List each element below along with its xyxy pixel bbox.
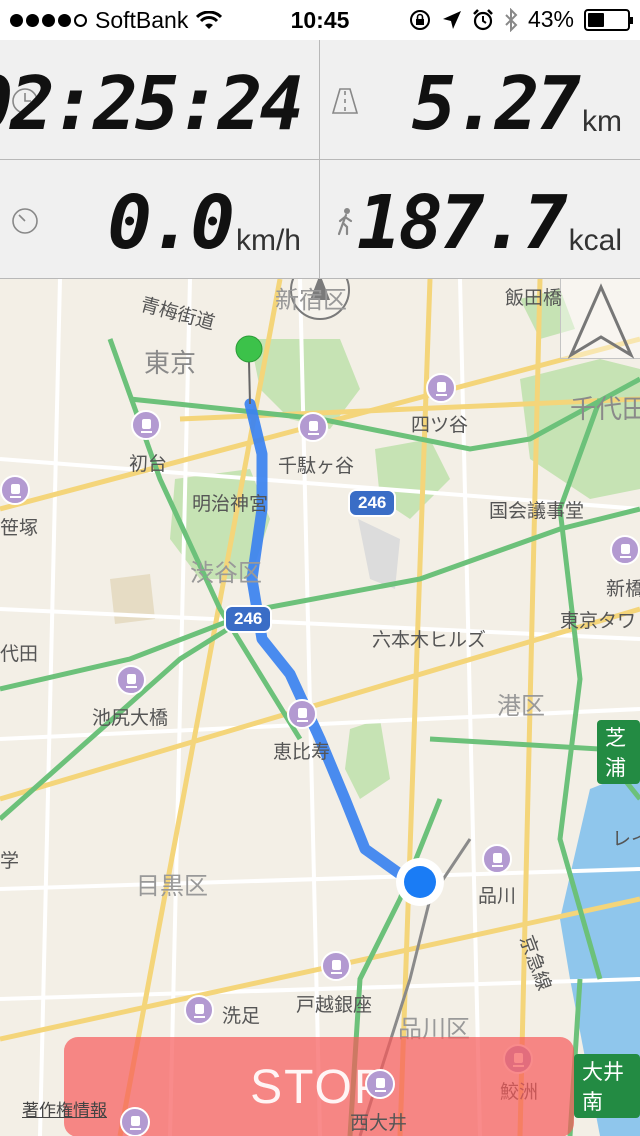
speed-value: 0.0 — [107, 180, 235, 266]
map-label: 東京タワ — [560, 611, 637, 632]
map-label: 洗足 — [222, 1006, 261, 1027]
navigation-arrow-icon — [567, 283, 635, 359]
tracking-mode-button[interactable] — [560, 279, 640, 359]
train-station-icon[interactable] — [321, 951, 351, 981]
status-bar: SoftBank 10:45 43% — [0, 0, 640, 40]
location-arrow-icon — [442, 10, 461, 29]
route-246-badge: 246 — [224, 605, 273, 633]
route-map[interactable]: 新宿区 飯田橋 青梅街道 東京 千代田 四ツ谷 初台 千駄ヶ谷 明治神宮 笹塚 … — [0, 279, 640, 1136]
distance-cell: 5.27 km — [320, 40, 640, 160]
calories-unit: kcal — [568, 224, 622, 257]
distance-value: 5.27 — [411, 61, 581, 147]
train-station-icon[interactable] — [610, 535, 640, 565]
train-station-icon[interactable] — [482, 844, 512, 874]
map-label: レイ — [612, 829, 640, 850]
train-station-icon[interactable] — [184, 995, 214, 1025]
battery-percent: 43% — [527, 6, 574, 32]
train-station-icon[interactable] — [0, 475, 30, 505]
rotation-lock-icon — [409, 9, 430, 30]
elapsed-time-cell: 02:25:24 — [0, 40, 320, 160]
map-label: 戸越銀座 — [296, 995, 373, 1016]
expressway-label: 芝浦 — [597, 720, 640, 784]
route-246-badge: 246 — [348, 489, 397, 517]
train-station-icon[interactable] — [365, 1069, 395, 1099]
elapsed-time-value: 02:25:24 — [0, 61, 304, 147]
map-label: 渋谷区 — [190, 560, 262, 587]
walking-person-icon — [337, 208, 353, 236]
map-label: 六本木ヒルズ — [372, 630, 487, 651]
speedometer-icon — [12, 208, 38, 234]
map-label: 新宿区 — [275, 287, 347, 314]
map-label: 西大井 — [350, 1113, 408, 1134]
battery-icon — [584, 8, 633, 31]
map-label: 新橋 — [606, 579, 640, 600]
map-label: 飯田橋 — [505, 288, 563, 309]
train-station-icon[interactable] — [131, 410, 161, 440]
alarm-icon — [473, 8, 493, 30]
map-label: 初台 — [129, 454, 168, 475]
map-label: 明治神宮 — [192, 494, 269, 515]
workout-stats-panel: 02:25:24 5.27 km 0.0 km/h 187.7 kcal — [0, 40, 640, 279]
map-label: 恵比寿 — [273, 742, 331, 763]
map-label: 品川 — [478, 886, 517, 907]
bluetooth-icon — [505, 7, 518, 32]
map-label: 学 — [0, 851, 20, 872]
map-label: 千代田 — [570, 394, 640, 424]
map-label: 港区 — [497, 693, 545, 720]
train-station-icon[interactable] — [287, 699, 317, 729]
speed-unit: km/h — [235, 224, 301, 257]
train-station-icon[interactable] — [298, 412, 328, 442]
calories-value: 187.7 — [356, 180, 568, 266]
speed-cell: 0.0 km/h — [0, 160, 320, 279]
distance-unit: km — [582, 105, 622, 138]
map-label: 笹塚 — [0, 518, 39, 539]
train-station-icon[interactable] — [120, 1107, 150, 1136]
map-label: 目黒区 — [136, 873, 208, 900]
train-station-icon[interactable] — [116, 665, 146, 695]
legal-link[interactable]: 著作権情報 — [22, 1096, 107, 1121]
battery-fill — [588, 12, 604, 27]
train-station-icon[interactable] — [426, 373, 456, 403]
map-label: 池尻大橋 — [92, 708, 169, 729]
map-label: 千駄ヶ谷 — [278, 456, 355, 477]
calories-cell: 187.7 kcal — [320, 160, 640, 279]
map-label: 国会議事堂 — [489, 501, 585, 522]
map-label: 東京 — [144, 348, 197, 378]
expressway-label: 大井南 — [574, 1054, 640, 1118]
road-icon — [331, 88, 359, 114]
map-label: 四ツ谷 — [411, 415, 469, 436]
status-right: 43% — [408, 6, 633, 33]
map-label: 代田 — [0, 644, 39, 665]
